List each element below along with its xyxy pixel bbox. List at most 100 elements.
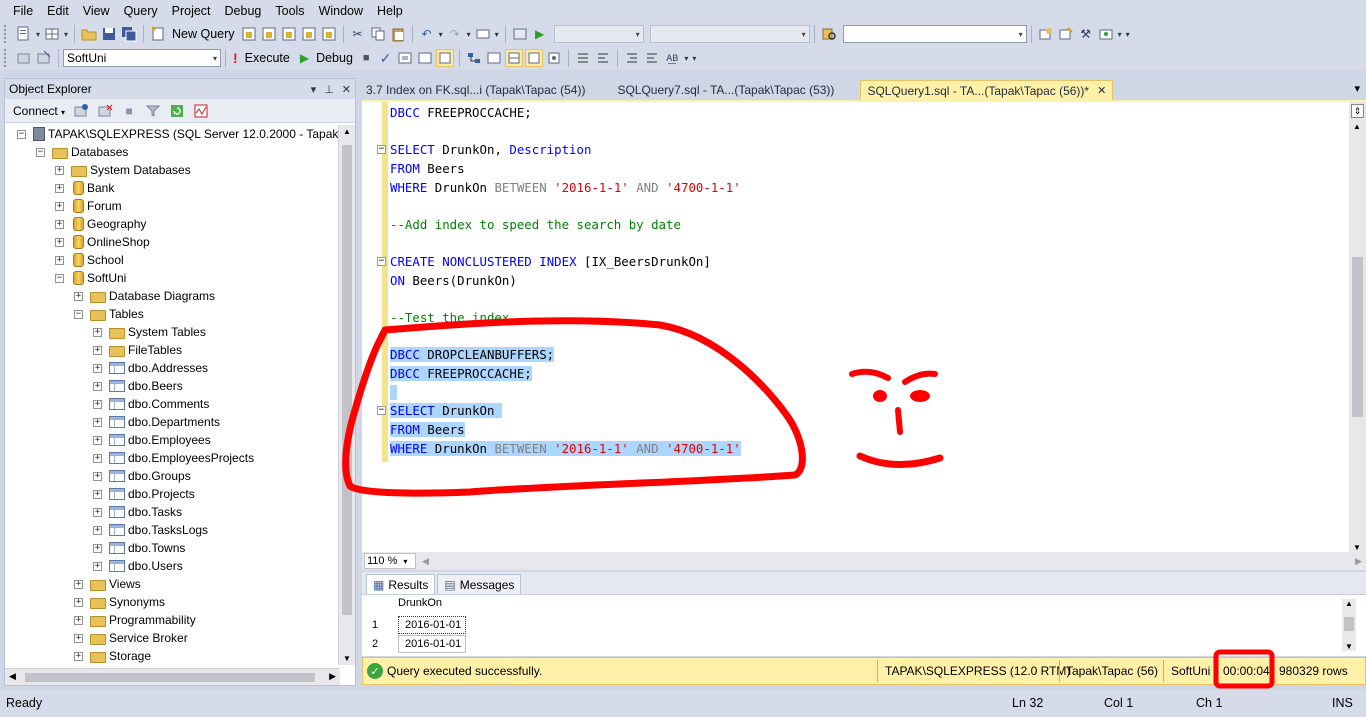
tree-node[interactable]: + dbo.Beers	[93, 377, 183, 395]
scrollbar-thumb[interactable]	[1344, 617, 1354, 631]
tree-node[interactable]: + Forum	[55, 197, 122, 215]
code-line[interactable]: FROM Beers	[390, 421, 741, 440]
xmla-query-icon[interactable]	[300, 25, 318, 43]
paste-icon[interactable]	[389, 25, 407, 43]
expand-icon[interactable]: +	[93, 561, 102, 571]
tab-messages[interactable]: ▤ Messages	[437, 574, 522, 594]
tree-node[interactable]: + dbo.Departments	[93, 413, 220, 431]
disconnect-icon[interactable]	[96, 102, 114, 120]
scroll-left-icon[interactable]: ◀	[9, 671, 16, 682]
code-line[interactable]	[390, 328, 741, 347]
results-vertical-scrollbar[interactable]: ▲ ▼	[1342, 599, 1356, 651]
expand-icon[interactable]: +	[93, 489, 102, 499]
debug-icon[interactable]: ▶	[300, 51, 309, 65]
expand-icon[interactable]: +	[74, 651, 83, 661]
tree-node[interactable]: − Tables	[74, 305, 144, 323]
close-tab-icon[interactable]: ✕	[1097, 84, 1106, 97]
code-line[interactable]: DBCC FREEPROCCACHE;	[390, 104, 741, 123]
scrollbar-thumb[interactable]	[25, 673, 315, 682]
expand-icon[interactable]: +	[55, 201, 64, 211]
tree-node[interactable]: + System Tables	[93, 323, 206, 341]
tree-node[interactable]: + OnlineShop	[55, 233, 150, 251]
menu-item-file[interactable]: File	[6, 4, 40, 18]
window-position-icon[interactable]: ▾	[311, 84, 317, 96]
connect-dropdown[interactable]: Connect ▾	[13, 104, 65, 118]
tree-node[interactable]: + Programmability	[74, 611, 196, 629]
scroll-up-icon[interactable]: ▲	[1353, 122, 1361, 131]
tree-node[interactable]: + dbo.Comments	[93, 395, 209, 413]
collapse-icon[interactable]: −	[17, 129, 26, 139]
menu-item-view[interactable]: View	[76, 4, 117, 18]
grid-cell[interactable]: 2016-01-01	[398, 616, 466, 634]
open-file-icon[interactable]	[80, 25, 98, 43]
expand-icon[interactable]: +	[93, 381, 102, 391]
results-to-file-icon[interactable]	[574, 49, 592, 67]
code-line[interactable]	[390, 234, 741, 253]
parse-icon[interactable]: ✓	[380, 50, 392, 67]
scroll-up-icon[interactable]: ▲	[1345, 599, 1353, 608]
toolbox-icon[interactable]	[1097, 25, 1115, 43]
display-estimated-plan-icon[interactable]	[396, 49, 414, 67]
tree-node[interactable]: + Geography	[55, 215, 146, 233]
tree-node[interactable]: + dbo.Projects	[93, 485, 195, 503]
expand-icon[interactable]: +	[74, 291, 83, 301]
tree-node[interactable]: + Database Diagrams	[74, 287, 215, 305]
new-project-icon[interactable]	[15, 25, 33, 43]
object-explorer-vertical-scrollbar[interactable]: ▲ ▼	[338, 125, 355, 665]
solution-icon[interactable]	[511, 25, 529, 43]
code-line[interactable]: FROM Beers	[390, 160, 741, 179]
dax-query-icon[interactable]	[320, 25, 338, 43]
tree-node[interactable]: + dbo.Users	[93, 557, 183, 575]
query-designer-icon[interactable]	[416, 49, 434, 67]
tab-document[interactable]: SQLQuery1.sql - TA...(Tapak\Tapac (56))*…	[860, 80, 1114, 100]
expand-icon[interactable]: +	[55, 255, 64, 265]
collapse-icon[interactable]: −	[55, 273, 64, 283]
zoom-select[interactable]: 110 % ▾	[364, 553, 416, 569]
results-to-text-icon[interactable]	[525, 49, 544, 67]
save-icon[interactable]	[100, 25, 118, 43]
redo-icon[interactable]: ↷	[446, 25, 464, 43]
find-combo[interactable]: ▾	[842, 25, 1027, 43]
tab-results[interactable]: ▦ Results	[366, 574, 436, 594]
expand-icon[interactable]: +	[93, 363, 102, 373]
tree-node[interactable]: + System Databases	[55, 161, 191, 179]
tree-node[interactable]: + Service Broker	[74, 629, 188, 647]
code-line[interactable]: DBCC DROPCLEANBUFFERS;	[390, 346, 741, 365]
increase-indent-icon[interactable]	[643, 49, 661, 67]
scroll-left-icon[interactable]: ◀	[422, 556, 429, 567]
fold-icon[interactable]: −	[377, 145, 386, 155]
collapse-icon[interactable]: −	[74, 309, 83, 319]
start-icon[interactable]: ▶	[531, 25, 549, 43]
expand-icon[interactable]: +	[55, 219, 64, 229]
query-editor[interactable]: DBCC FREEPROCCACHE; − SELECT DrunkOn, Desc…	[362, 100, 1366, 554]
toolbar-overflow-icon[interactable]: ▾	[1126, 30, 1130, 39]
tree-node[interactable]: − Databases	[36, 143, 128, 161]
toolbar-overflow-icon[interactable]: ▾	[692, 54, 696, 63]
properties-icon[interactable]: ⚒	[1077, 25, 1095, 43]
close-icon[interactable]: ✕	[342, 84, 351, 96]
cancel-query-icon[interactable]: ■	[363, 52, 370, 64]
menu-item-project[interactable]: Project	[165, 4, 218, 18]
connect-icon[interactable]	[15, 49, 33, 67]
results-grid[interactable]: DrunkOn 1 2016-01-01 2 2016-01-01 ▲ ▼	[362, 594, 1366, 656]
grid-cell[interactable]: 2016-01-01	[398, 635, 466, 653]
code-line[interactable]	[390, 197, 741, 216]
expand-icon[interactable]: +	[93, 399, 102, 409]
registered-servers-icon[interactable]	[1037, 25, 1055, 43]
tree-node[interactable]: − SoftUni	[55, 269, 126, 287]
toolbar-grip[interactable]	[4, 49, 8, 67]
expand-icon[interactable]: +	[93, 507, 102, 517]
available-databases-select[interactable]: SoftUni ▾	[63, 49, 221, 67]
db-query-icon[interactable]	[240, 25, 258, 43]
tree-node[interactable]: + Storage	[74, 647, 151, 665]
menu-item-help[interactable]: Help	[370, 4, 410, 18]
column-header[interactable]: DrunkOn	[398, 597, 442, 609]
toolbar-grip[interactable]	[4, 25, 8, 43]
scroll-down-icon[interactable]: ▼	[1353, 543, 1361, 552]
scroll-down-icon[interactable]: ▼	[343, 654, 351, 663]
tab-list-dropdown-icon[interactable]: ▾	[1354, 82, 1360, 95]
editor-vertical-scrollbar[interactable]: ⇕ ▲ ▼	[1349, 102, 1366, 554]
intellisense-icon[interactable]	[436, 49, 455, 67]
tree-node[interactable]: + Synonyms	[74, 593, 165, 611]
filter-icon[interactable]	[144, 102, 162, 120]
